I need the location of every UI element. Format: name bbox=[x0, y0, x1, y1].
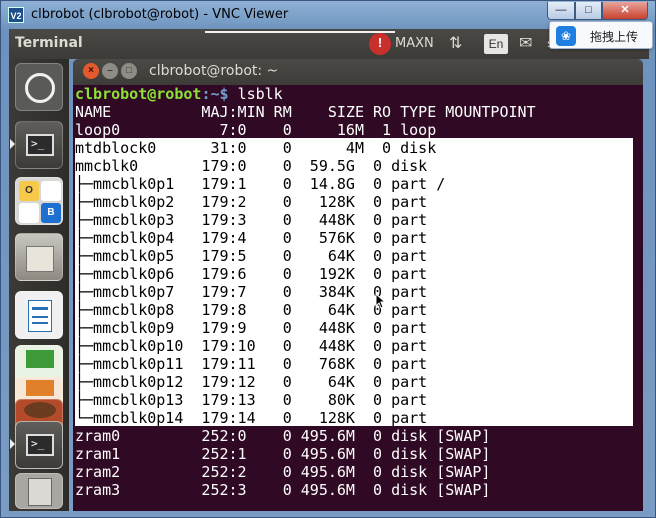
ubuntu-logo-icon bbox=[25, 73, 55, 103]
office-b-icon: B bbox=[41, 203, 61, 223]
terminal-icon: >_ bbox=[26, 434, 54, 456]
lsblk-row: ├─mmcblk0p2 179:2 0 128K 0 part bbox=[75, 193, 437, 211]
terminal-minimize-button[interactable]: – bbox=[102, 63, 118, 79]
lsblk-row: ├─mmcblk0p10 179:10 0 448K 0 part bbox=[75, 337, 437, 355]
files-launcher-button[interactable] bbox=[15, 233, 63, 281]
document-icon bbox=[28, 300, 52, 332]
dash-home-button[interactable] bbox=[15, 63, 63, 111]
terminal-close-button[interactable]: × bbox=[83, 63, 99, 79]
lsblk-row: ├─mmcblk0p12 179:12 0 64K 0 part bbox=[75, 373, 437, 391]
active-app-title: Terminal bbox=[15, 35, 83, 51]
lsblk-header: NAME MAJ:MIN RM SIZE RO TYPE MOUNTPOINT bbox=[75, 103, 536, 121]
lsblk-row: zram3 252:3 0 495.6M 0 disk [SWAP] bbox=[75, 481, 491, 499]
lsblk-row: ├─mmcblk0p5 179:5 0 64K 0 part bbox=[75, 247, 437, 265]
close-button[interactable]: ✕ bbox=[602, 2, 648, 20]
office-launcher-button[interactable]: O B bbox=[15, 177, 63, 225]
terminal-launcher-button[interactable]: >_ bbox=[15, 121, 63, 169]
lsblk-row: zram0 252:0 0 495.6M 0 disk [SWAP] bbox=[75, 427, 491, 445]
vnc-viewer-window: V2 clbrobot (clbrobot@robot) - VNC Viewe… bbox=[0, 0, 656, 518]
minimize-button[interactable]: — bbox=[547, 2, 575, 20]
lsblk-row: zram1 252:1 0 495.6M 0 disk [SWAP] bbox=[75, 445, 491, 463]
network-transfer-icon[interactable]: ⇅ bbox=[449, 34, 462, 54]
lsblk-row: loop0 7:0 0 16M 1 loop bbox=[75, 121, 446, 139]
cloud-upload-widget[interactable]: ❀ 拖拽上传 bbox=[549, 21, 653, 49]
prompt-line: clbrobot@robot:~$ lsblk bbox=[75, 85, 283, 103]
drag-upload-label: 拖拽上传 bbox=[590, 30, 639, 44]
prompt-user: clbrobot@robot bbox=[75, 85, 202, 103]
lsblk-row: zram2 252:2 0 495.6M 0 disk [SWAP] bbox=[75, 463, 491, 481]
lsblk-row: ├─mmcblk0p6 179:6 0 192K 0 part bbox=[75, 265, 437, 283]
maximize-button[interactable]: □ bbox=[575, 2, 602, 20]
warning-icon[interactable]: ! bbox=[369, 33, 391, 55]
lsblk-row: ├─mmcblk0p4 179:4 0 576K 0 part bbox=[75, 229, 437, 247]
terminal-title-bar[interactable]: × – □ clbrobot@robot: ~ bbox=[73, 59, 643, 85]
panel-divider bbox=[205, 31, 395, 33]
lsblk-row: └─mmcblk0p14 179:14 0 128K 0 part bbox=[75, 409, 437, 427]
file-cabinet-icon bbox=[26, 246, 54, 272]
office-blank-icon bbox=[19, 203, 39, 223]
lsblk-row: ├─mmcblk0p9 179:9 0 448K 0 part bbox=[75, 319, 437, 337]
terminal-maximize-button[interactable]: □ bbox=[121, 63, 137, 79]
terminal-window-title: clbrobot@robot: ~ bbox=[149, 63, 279, 79]
terminal-window[interactable]: × – □ clbrobot@robot: ~ clbrobot@robot:~… bbox=[73, 59, 643, 511]
power-mode-indicator[interactable]: MAXN bbox=[395, 34, 434, 54]
prompt-path: :~$ bbox=[201, 85, 238, 103]
lsblk-row: ├─mmcblk0p11 179:11 0 768K 0 part bbox=[75, 355, 437, 373]
cloud-icon: ❀ bbox=[556, 26, 576, 46]
terminal-output[interactable]: clbrobot@robot:~$ lsblk NAME MAJ:MIN RM S… bbox=[73, 85, 643, 511]
terminal-icon: >_ bbox=[26, 134, 54, 156]
office-blank-icon bbox=[41, 181, 61, 201]
spreadsheet-icon bbox=[26, 350, 54, 368]
command-text: lsblk bbox=[237, 85, 283, 103]
unity-launcher: >_ O B >_ bbox=[9, 59, 69, 511]
vnc-window-title: clbrobot (clbrobot@robot) - VNC Viewer bbox=[31, 7, 289, 22]
trash-icon bbox=[28, 478, 52, 506]
mail-icon[interactable]: ✉ bbox=[519, 34, 532, 54]
software-bag-icon bbox=[24, 402, 56, 418]
mouse-cursor-icon bbox=[375, 293, 385, 309]
keyboard-layout-indicator[interactable]: En bbox=[484, 34, 508, 54]
trash-button[interactable] bbox=[15, 473, 63, 509]
terminal-active-button[interactable]: >_ bbox=[15, 421, 63, 469]
lsblk-row: ├─mmcblk0p1 179:1 0 14.8G 0 part / bbox=[75, 175, 446, 193]
vnc-app-icon[interactable]: V2 bbox=[8, 7, 24, 23]
lsblk-row: ├─mmcblk0p3 179:3 0 448K 0 part bbox=[75, 211, 437, 229]
office-o-icon: O bbox=[19, 181, 39, 201]
writer-launcher-button[interactable] bbox=[15, 291, 63, 339]
lsblk-row: ├─mmcblk0p13 179:13 0 80K 0 part bbox=[75, 391, 437, 409]
presentation-icon bbox=[26, 380, 54, 396]
lsblk-row: mtdblock0 31:0 0 4M 0 disk bbox=[75, 139, 446, 157]
lsblk-row: mmcblk0 179:0 0 59.5G 0 disk bbox=[75, 157, 437, 175]
